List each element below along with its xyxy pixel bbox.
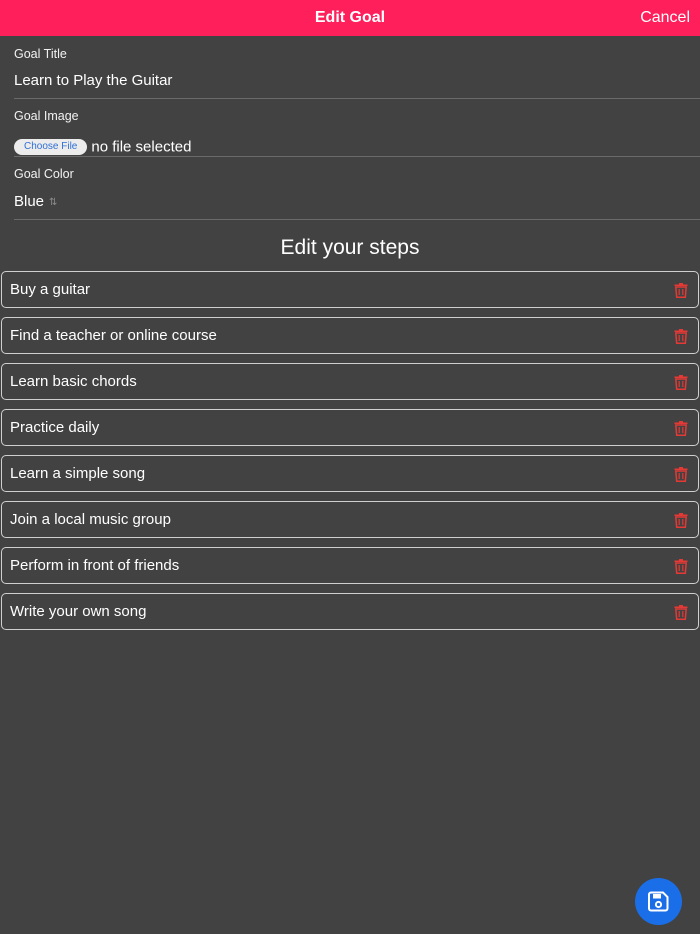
steps-list: Buy a guitar Find a teacher or online co… [1,271,699,639]
steps-section-title: Edit your steps [280,236,420,259]
trash-icon[interactable] [674,512,688,528]
step-item[interactable]: Learn a simple song [1,455,699,492]
step-text[interactable]: Practice daily [10,410,99,445]
step-text[interactable]: Write your own song [10,594,146,629]
trash-icon[interactable] [674,558,688,574]
step-item[interactable]: Perform in front of friends [1,547,699,584]
trash-icon[interactable] [674,466,688,482]
step-item[interactable]: Practice daily [1,409,699,446]
step-text[interactable]: Find a teacher or online course [10,318,217,353]
save-button[interactable] [635,878,682,925]
step-item[interactable]: Write your own song [1,593,699,630]
select-arrows-icon: ⇅ [49,196,58,208]
page-title: Edit Goal [314,9,386,26]
step-text[interactable]: Learn a simple song [10,456,145,491]
trash-icon[interactable] [674,328,688,344]
trash-icon[interactable] [674,282,688,298]
header-bar: Edit Goal Cancel [0,0,700,36]
goal-color-label: Goal Color [14,167,74,181]
goal-image-label: Goal Image [14,109,79,123]
cancel-button[interactable]: Cancel [640,0,690,36]
step-item[interactable]: Join a local music group [1,501,699,538]
goal-image-field: Goal Image Choose File no file selected [14,99,700,157]
goal-image-row: Choose File no file selected [14,138,191,156]
step-text[interactable]: Learn basic chords [10,364,137,399]
goal-color-value: Blue [14,193,45,210]
floppy-disk-icon [648,891,669,912]
step-item[interactable]: Find a teacher or online course [1,317,699,354]
step-item[interactable]: Buy a guitar [1,271,699,308]
step-text[interactable]: Join a local music group [10,502,171,537]
goal-title-input[interactable]: Learn to Play the Guitar [14,72,172,89]
goal-title-field: Goal Title Learn to Play the Guitar [14,36,700,99]
step-text[interactable]: Perform in front of friends [10,548,179,583]
step-text[interactable]: Buy a guitar [10,272,90,307]
file-status: no file selected [91,138,192,156]
trash-icon[interactable] [674,374,688,390]
goal-color-select[interactable]: Blue ⇅ [14,193,57,210]
goal-title-label: Goal Title [14,47,67,61]
step-item[interactable]: Learn basic chords [1,363,699,400]
trash-icon[interactable] [674,420,688,436]
goal-color-field: Goal Color Blue ⇅ [14,157,700,220]
choose-file-button[interactable]: Choose File [14,139,88,156]
trash-icon[interactable] [674,604,688,620]
